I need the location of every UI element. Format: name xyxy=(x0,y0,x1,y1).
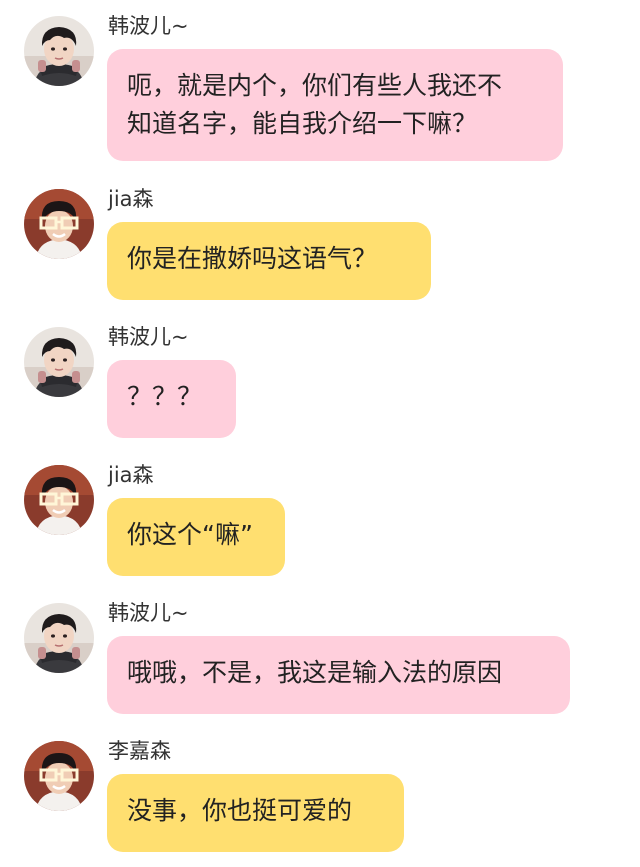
sender-name: 韩波儿~ xyxy=(108,14,189,38)
sender-name: 李嘉森 xyxy=(108,739,171,763)
message-bubble[interactable]: ？？？ xyxy=(107,360,236,438)
boy-with-headphones-avatar-icon[interactable] xyxy=(24,603,94,673)
message-text-line: 没事，你也挺可爱的 xyxy=(127,796,353,825)
boy-with-headphones-avatar-icon[interactable] xyxy=(24,16,94,86)
message-bubble[interactable]: 没事，你也挺可爱的 xyxy=(107,774,404,852)
sender-name: jia森 xyxy=(108,463,154,487)
message-bubble[interactable]: 哦哦，不是，我这是输入法的原因 xyxy=(107,636,570,714)
message-text-line: ？？？ xyxy=(127,382,203,411)
message-text-line: 知道名字，能自我介绍一下嘛？ xyxy=(127,109,478,138)
message-text-line: 呃，就是内个，你们有些人我还不 xyxy=(127,71,503,100)
sender-name: 韩波儿~ xyxy=(108,325,189,349)
sender-name: jia森 xyxy=(108,187,154,211)
message-bubble[interactable]: 呃，就是内个，你们有些人我还不 知道名字，能自我介绍一下嘛？ xyxy=(107,49,563,161)
message-bubble[interactable]: 你这个“嘛” xyxy=(107,498,285,576)
message-text-line: 哦哦，不是，我这是输入法的原因 xyxy=(127,658,503,687)
boy-with-white-glasses-avatar-icon[interactable] xyxy=(24,741,94,811)
boy-with-white-glasses-avatar-icon[interactable] xyxy=(24,465,94,535)
sender-name: 韩波儿~ xyxy=(108,601,189,625)
boy-with-headphones-avatar-icon[interactable] xyxy=(24,327,94,397)
message-text-line: 你这个“嘛” xyxy=(127,520,253,549)
boy-with-white-glasses-avatar-icon[interactable] xyxy=(24,189,94,259)
message-text-line: 你是在撒娇吗这语气？ xyxy=(127,244,378,273)
chat-thread: 韩波儿~ 呃，就是内个，你们有些人我还不 知道名字，能自我介绍一下嘛？ jia森… xyxy=(0,0,640,867)
message-bubble[interactable]: 你是在撒娇吗这语气？ xyxy=(107,222,431,300)
